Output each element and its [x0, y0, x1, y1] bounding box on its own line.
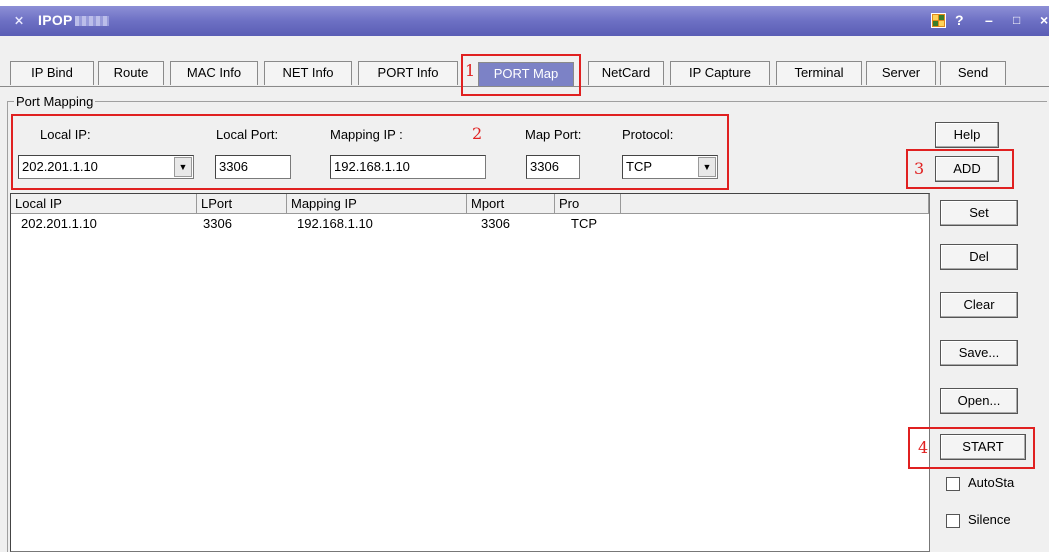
del-button[interactable]: Del — [940, 244, 1018, 270]
column-local-ip[interactable]: Local IP — [11, 194, 197, 214]
help-title-button[interactable]: ? — [955, 12, 964, 28]
annotation-number-2: 2 — [472, 124, 483, 143]
tab-send[interactable]: Send — [940, 61, 1006, 85]
column-mport[interactable]: Mport — [467, 194, 555, 214]
save-button[interactable]: Save... — [940, 340, 1018, 366]
tab-mac-info[interactable]: MAC Info — [170, 61, 258, 85]
cell-lport: 3306 — [203, 216, 232, 231]
autostart-label: AutoSta — [968, 475, 1015, 490]
column-pro[interactable]: Pro — [555, 194, 621, 214]
tab-net-info[interactable]: NET Info — [264, 61, 352, 85]
help-button[interactable]: Help — [935, 122, 999, 148]
tab-ip-capture[interactable]: IP Capture — [670, 61, 770, 85]
annotation-number-4: 4 — [918, 438, 929, 457]
close-button[interactable]: × — [1040, 12, 1048, 28]
maximize-button[interactable]: □ — [1013, 13, 1020, 27]
minimize-button[interactable]: – — [985, 12, 993, 28]
cell-pro: TCP — [571, 216, 597, 231]
annotation-box-1 — [461, 54, 581, 96]
set-button[interactable]: Set — [940, 200, 1018, 226]
column-empty — [621, 194, 929, 214]
title-bar: ⨯ IPOP ? – □ × — [0, 6, 1049, 36]
annotation-number-1: 1 — [465, 61, 476, 80]
tab-port-info[interactable]: PORT Info — [358, 61, 458, 85]
autostart-checkbox[interactable] — [946, 477, 960, 491]
column-mapping-ip[interactable]: Mapping IP — [287, 194, 467, 214]
annotation-box-2 — [11, 114, 729, 190]
cell-mapping-ip: 192.168.1.10 — [297, 216, 373, 231]
app-icon — [931, 13, 946, 28]
port-map-list[interactable]: Local IP LPort Mapping IP Mport Pro 202.… — [10, 193, 930, 552]
window-title: IPOP — [38, 12, 109, 28]
list-header: Local IP LPort Mapping IP Mport Pro — [11, 194, 929, 214]
silence-checkbox[interactable] — [946, 514, 960, 528]
silence-label: Silence — [968, 512, 1011, 527]
tab-server[interactable]: Server — [866, 61, 936, 85]
tab-ip-bind[interactable]: IP Bind — [10, 61, 94, 85]
tab-netcard[interactable]: NetCard — [588, 61, 664, 85]
title-blurred-text — [74, 16, 109, 27]
tab-route[interactable]: Route — [98, 61, 164, 85]
annotation-number-3: 3 — [914, 159, 925, 178]
group-title: Port Mapping — [14, 94, 96, 109]
cell-mport: 3306 — [481, 216, 510, 231]
chevron-icon[interactable]: ⨯ — [14, 13, 24, 27]
open-button[interactable]: Open... — [940, 388, 1018, 414]
clear-button[interactable]: Clear — [940, 292, 1018, 318]
tab-terminal[interactable]: Terminal — [776, 61, 862, 85]
column-lport[interactable]: LPort — [197, 194, 287, 214]
cell-local-ip: 202.201.1.10 — [21, 216, 97, 231]
